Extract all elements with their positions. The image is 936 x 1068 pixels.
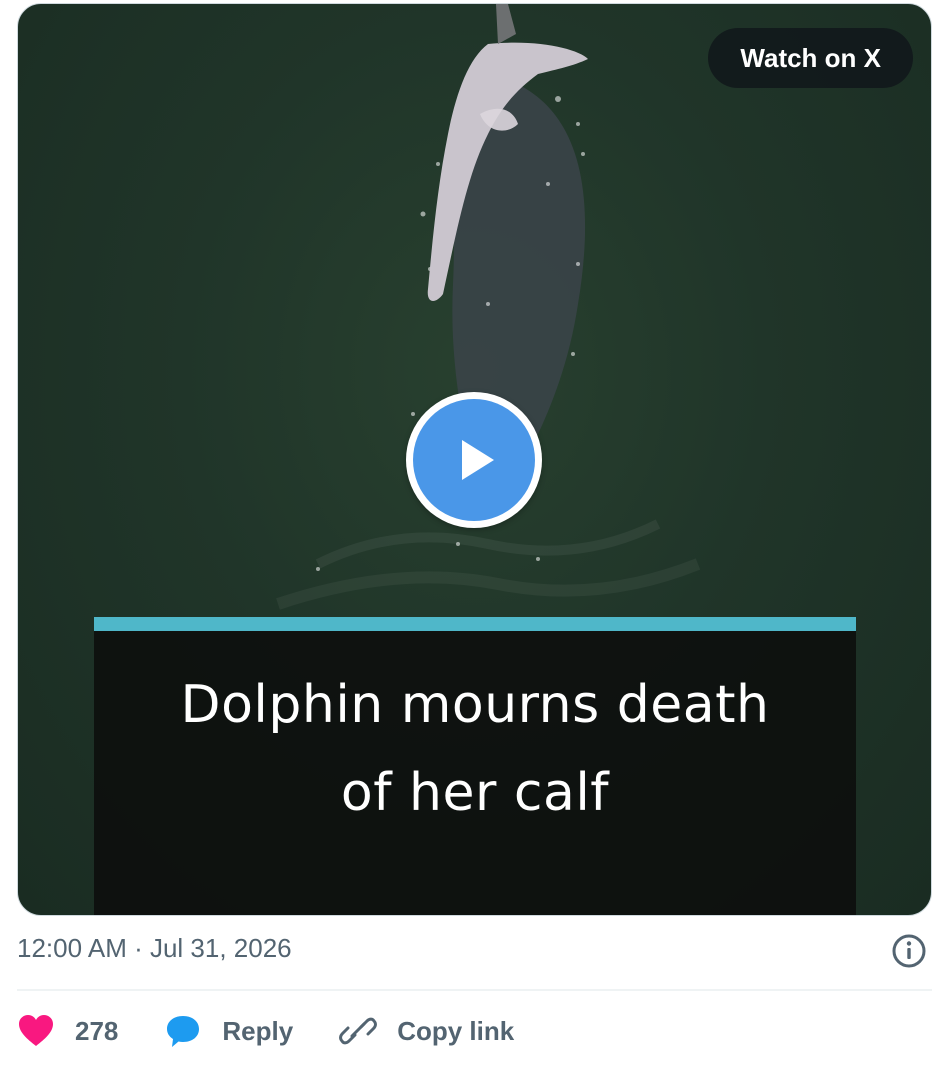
play-icon [413, 399, 535, 521]
like-count: 278 [75, 1015, 119, 1046]
link-icon [339, 1017, 378, 1045]
video-caption: Dolphin mourns death of her calf [94, 661, 856, 837]
reply-label: Reply [222, 1015, 294, 1046]
play-button[interactable] [406, 392, 542, 528]
caption-accent-bar [94, 617, 856, 631]
tweet-embed: Watch on X Dolphin mourns death of her c… [0, 0, 936, 1068]
tweet-timestamp[interactable]: 12:00 AM · Jul 31, 2026 [17, 933, 292, 964]
copy-link-button[interactable]: Copy link [339, 1013, 514, 1049]
caption-line-1: Dolphin mourns death [180, 675, 770, 735]
info-icon[interactable] [891, 933, 927, 969]
tweet-actions: 278 Reply Copy link [17, 1005, 560, 1057]
video-caption-overlay: Dolphin mourns death of her calf [94, 617, 856, 915]
footer-divider [17, 989, 932, 991]
video-player[interactable]: Watch on X Dolphin mourns death of her c… [17, 3, 932, 916]
like-button[interactable]: 278 [17, 1013, 118, 1049]
copy-link-label: Copy link [397, 1015, 515, 1046]
heart-icon [19, 1015, 53, 1046]
reply-button[interactable]: Reply [164, 1013, 293, 1049]
watch-on-x-button[interactable]: Watch on X [708, 28, 913, 88]
speech-bubble-icon [167, 1016, 200, 1047]
caption-line-2: of her calf [340, 763, 610, 823]
